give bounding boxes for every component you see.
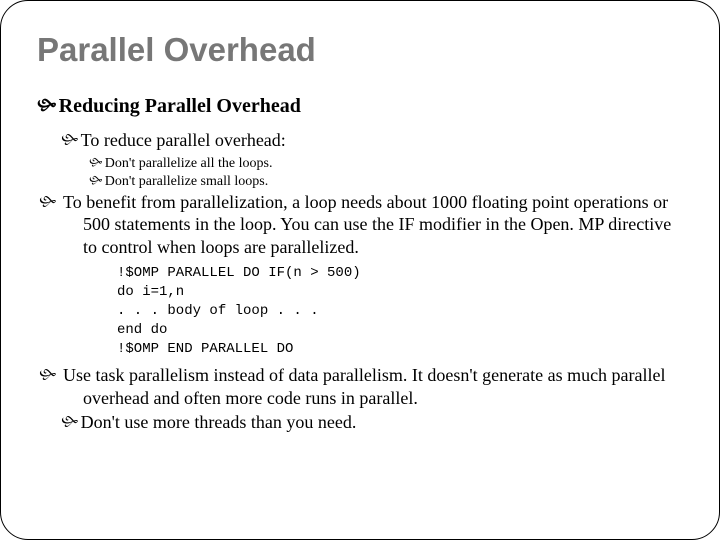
bullet-icon: 🙛 [61, 411, 79, 434]
slide: Parallel Overhead 🙛Reducing Parallel Ove… [0, 0, 720, 540]
bullet-text: Don't use more threads than you need. [81, 412, 357, 432]
heading-text: Reducing Parallel Overhead [59, 95, 301, 117]
bullet-level3: 🙛Don't parallelize all the loops. [89, 154, 683, 173]
heading-level1: 🙛Reducing Parallel Overhead [37, 91, 683, 125]
bullet-icon: 🙛 [61, 129, 79, 152]
bullet-level2: 🙛To reduce parallel overhead: [61, 129, 683, 152]
bullet-level2: 🙛To benefit from parallelization, a loop… [61, 191, 683, 259]
bullet-text: Don't parallelize small loops. [105, 174, 268, 189]
slide-title: Parallel Overhead [37, 31, 683, 69]
bullet-text: To reduce parallel overhead: [81, 130, 286, 150]
bullet-level2: 🙛Don't use more threads than you need. [61, 411, 683, 434]
bullet-text: To benefit from parallelization, a loop … [63, 192, 671, 257]
code-block: !$OMP PARALLEL DO IF(n > 500) do i=1,n .… [117, 264, 683, 358]
bullet-level2: 🙛Use task parallelism instead of data pa… [61, 364, 683, 409]
bullet-icon: 🙛 [89, 154, 103, 172]
bullet-level3: 🙛Don't parallelize small loops. [89, 172, 683, 191]
bullet-icon: 🙛 [89, 172, 103, 190]
bullet-icon: 🙛 [37, 91, 57, 125]
bullet-text: Use task parallelism instead of data par… [63, 365, 666, 408]
bullet-text: Don't parallelize all the loops. [105, 156, 273, 171]
